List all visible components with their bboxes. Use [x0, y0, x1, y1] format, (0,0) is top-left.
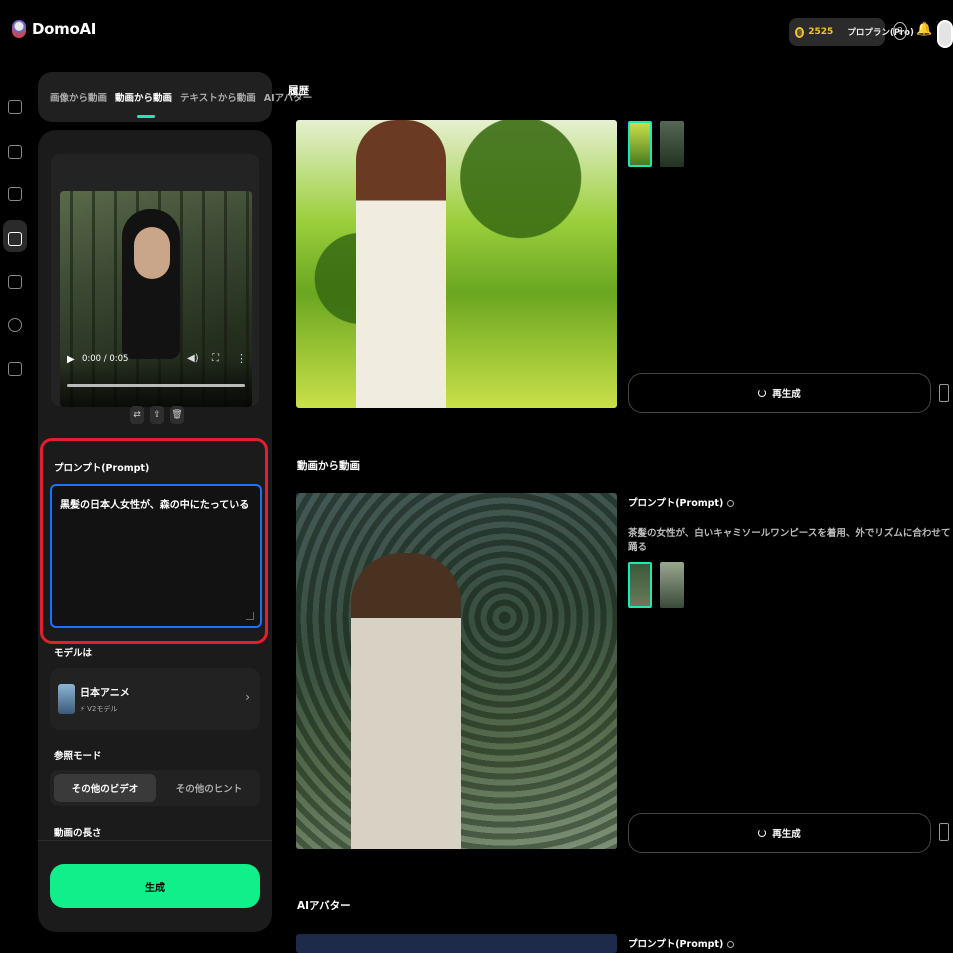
trash-icon[interactable]: 🗑 [170, 406, 184, 424]
more-icon[interactable]: ⋮ [236, 352, 247, 365]
model-thumbnail [58, 684, 75, 714]
volume-icon[interactable]: ◀) [187, 353, 199, 364]
control-panel: ▶ 0:00 / 0:05 ◀) ⛶ ⋮ ⇄ ⇪ 🗑 プロンプト(Prompt)… [38, 130, 272, 932]
upload-icon[interactable]: ⇪ [150, 406, 164, 424]
regenerate-button[interactable]: 再生成 [628, 813, 931, 853]
history-result-image[interactable] [296, 120, 617, 408]
video-to-video-result-image[interactable] [296, 493, 617, 849]
video-controls [60, 357, 252, 407]
video-to-video-icon[interactable] [8, 232, 22, 246]
prompt-label: プロンプト(Prompt) [54, 463, 150, 474]
ai-avatar-title: AIアバター [297, 900, 351, 912]
fullscreen-icon[interactable]: ⛶ [212, 353, 219, 364]
result-prompt-label: プロンプト(Prompt) [628, 495, 735, 509]
logo-icon [12, 20, 26, 38]
model-label: モデルは [54, 648, 93, 659]
chevron-right-icon: › [245, 690, 250, 704]
regenerate-label: 再生成 [772, 829, 801, 840]
tab-image-to-video[interactable]: 画像から動画 [48, 90, 109, 104]
document-icon[interactable] [8, 362, 22, 376]
model-selector[interactable]: 日本アニメ ⚡ V2モデル › [50, 668, 260, 730]
avatar-prompt-label: プロンプト(Prompt) [628, 936, 735, 950]
resize-handle[interactable] [246, 612, 254, 620]
swap-icon[interactable]: ⇄ [130, 406, 144, 424]
regenerate-icon [758, 829, 767, 837]
video-time: 0:00 / 0:05 [82, 354, 129, 364]
generate-button[interactable]: 生成 [50, 864, 260, 908]
help-icon[interactable]: ? [893, 22, 907, 40]
credit-count: 2525 [808, 27, 834, 37]
ref-option-other-hint[interactable]: その他のヒント [158, 774, 260, 802]
video-progress-bar[interactable] [67, 384, 245, 387]
ai-avatar-result-image[interactable] [296, 934, 617, 953]
face [134, 227, 170, 279]
app-name: DomoAI [32, 20, 97, 38]
play-icon[interactable]: ▶ [67, 354, 75, 365]
history-title: 履歴 [288, 85, 309, 97]
tab-text-to-video[interactable]: テキストから動画 [178, 90, 258, 104]
coin-icon: ◎ [795, 26, 805, 38]
left-rail [0, 90, 30, 390]
regenerate-button[interactable]: 再生成 [628, 373, 931, 413]
history-thumbnail-2[interactable] [660, 121, 684, 167]
reference-mode-label: 参照モード [54, 751, 102, 762]
video-tools: ⇄ ⇪ 🗑 [130, 406, 184, 424]
model-version: ⚡ V2モデル [80, 705, 118, 713]
stack-icon[interactable] [8, 187, 22, 201]
image-to-video-icon[interactable] [8, 145, 22, 159]
prompt-text: 黒髪の日本人女性が、森の中にたっている [60, 500, 250, 511]
logo[interactable]: DomoAI [12, 20, 96, 38]
result-prompt-text: 茶髪の女性が、白いキャミソールワンピースを着用、外でリズムに合わせて踊る [628, 528, 951, 553]
image-icon[interactable] [8, 275, 22, 289]
history-thumbnail-1[interactable] [628, 121, 652, 167]
copy-icon[interactable] [727, 500, 735, 507]
tab-video-to-video[interactable]: 動画から動画 [113, 90, 174, 118]
model-name: 日本アニメ [80, 688, 130, 699]
trash-icon[interactable] [939, 823, 949, 841]
avatar[interactable] [937, 20, 953, 48]
figure [351, 553, 461, 849]
ref-option-other-video[interactable]: その他のビデオ [54, 774, 156, 802]
reference-mode-toggle: その他のビデオ その他のヒント [50, 770, 260, 806]
trash-icon[interactable] [939, 384, 949, 402]
mode-tabs: 画像から動画 動画から動画 テキストから動画 AIアバター [38, 72, 312, 122]
figure [356, 120, 446, 408]
regenerate-icon [758, 389, 767, 397]
copy-icon[interactable] [727, 941, 735, 948]
video-preview[interactable]: ▶ 0:00 / 0:05 ◀) ⛶ ⋮ [60, 191, 252, 407]
prompt-input[interactable]: 黒髪の日本人女性が、森の中にたっている [50, 484, 262, 628]
bell-icon[interactable]: 🔔 [916, 22, 932, 40]
result-thumbnail-2[interactable] [660, 562, 684, 608]
credits-plan-badge[interactable]: ◎ 2525 プロプラン(Pro) [789, 18, 914, 46]
divider [38, 840, 272, 841]
regenerate-label: 再生成 [772, 389, 801, 400]
foliage [296, 120, 617, 408]
video-to-video-title: 動画から動画 [297, 460, 360, 472]
home-icon[interactable] [8, 100, 22, 114]
video-length-label: 動画の長さ [54, 828, 102, 839]
refresh-icon[interactable] [8, 318, 22, 332]
result-thumbnail-1[interactable] [628, 562, 652, 608]
